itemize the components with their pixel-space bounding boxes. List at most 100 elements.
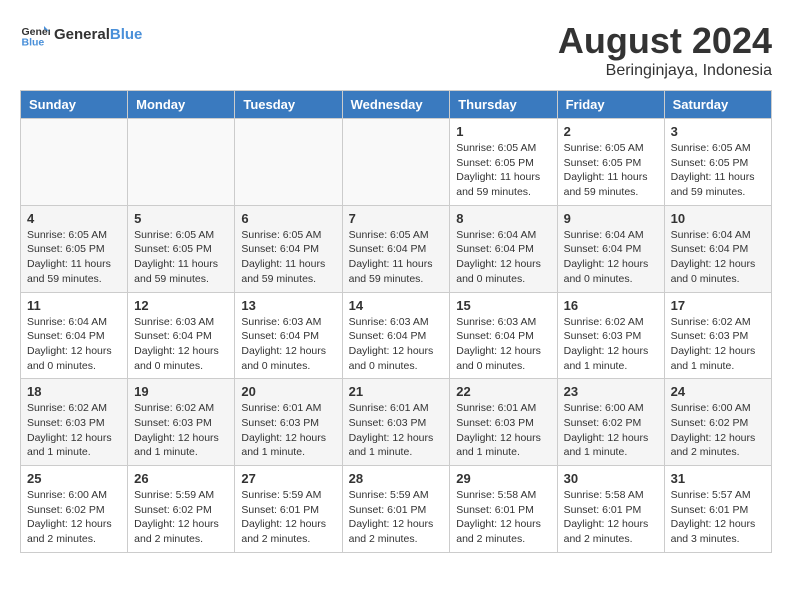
- day-number: 6: [241, 211, 335, 226]
- day-info: Sunrise: 5:58 AMSunset: 6:01 PMDaylight:…: [564, 488, 658, 547]
- calendar-cell: 5 Sunrise: 6:05 AMSunset: 6:05 PMDaylight…: [128, 205, 235, 292]
- day-number: 2: [564, 124, 658, 139]
- day-number: 11: [27, 298, 121, 313]
- subtitle: Beringinjaya, Indonesia: [558, 62, 772, 80]
- day-info: Sunrise: 6:03 AMSunset: 6:04 PMDaylight:…: [241, 315, 335, 374]
- calendar-cell: 27 Sunrise: 5:59 AMSunset: 6:01 PMDayligh…: [235, 466, 342, 553]
- logo-icon: General Blue: [20, 20, 50, 50]
- calendar-cell: [235, 119, 342, 206]
- calendar-cell: 10Sunrise: 6:04 AMSunset: 6:04 PMDayligh…: [664, 205, 771, 292]
- day-info: Sunrise: 6:04 AMSunset: 6:04 PMDaylight:…: [27, 315, 121, 374]
- calendar-cell: 8 Sunrise: 6:04 AMSunset: 6:04 PMDaylight…: [450, 205, 557, 292]
- calendar-cell: 7 Sunrise: 6:05 AMSunset: 6:04 PMDaylight…: [342, 205, 450, 292]
- calendar-cell: [342, 119, 450, 206]
- day-number: 23: [564, 384, 658, 399]
- weekday-header-wednesday: Wednesday: [342, 91, 450, 119]
- day-number: 1: [456, 124, 550, 139]
- day-info: Sunrise: 5:57 AMSunset: 6:01 PMDaylight:…: [671, 488, 765, 547]
- day-info: Sunrise: 6:05 AMSunset: 6:05 PMDaylight:…: [564, 141, 658, 200]
- calendar-cell: 22Sunrise: 6:01 AMSunset: 6:03 PMDayligh…: [450, 379, 557, 466]
- day-info: Sunrise: 6:01 AMSunset: 6:03 PMDaylight:…: [241, 401, 335, 460]
- calendar-cell: 12Sunrise: 6:03 AMSunset: 6:04 PMDayligh…: [128, 292, 235, 379]
- weekday-header-friday: Friday: [557, 91, 664, 119]
- calendar-cell: 29 Sunrise: 5:58 AMSunset: 6:01 PMDayligh…: [450, 466, 557, 553]
- day-number: 28: [349, 471, 444, 486]
- day-number: 29: [456, 471, 550, 486]
- calendar-cell: [128, 119, 235, 206]
- weekday-header-sunday: Sunday: [21, 91, 128, 119]
- day-info: Sunrise: 6:04 AMSunset: 6:04 PMDaylight:…: [456, 228, 550, 287]
- weekday-header-tuesday: Tuesday: [235, 91, 342, 119]
- day-number: 9: [564, 211, 658, 226]
- calendar-cell: 28 Sunrise: 5:59 AMSunset: 6:01 PMDayligh…: [342, 466, 450, 553]
- svg-text:Blue: Blue: [22, 37, 45, 49]
- day-info: Sunrise: 6:01 AMSunset: 6:03 PMDaylight:…: [456, 401, 550, 460]
- weekday-header-monday: Monday: [128, 91, 235, 119]
- calendar-week-row: 25 Sunrise: 6:00 AMSunset: 6:02 PMDayligh…: [21, 466, 772, 553]
- day-number: 16: [564, 298, 658, 313]
- calendar-cell: 1 Sunrise: 6:05 AMSunset: 6:05 PMDaylight…: [450, 119, 557, 206]
- day-info: Sunrise: 6:03 AMSunset: 6:04 PMDaylight:…: [349, 315, 444, 374]
- day-info: Sunrise: 6:04 AMSunset: 6:04 PMDaylight:…: [564, 228, 658, 287]
- day-info: Sunrise: 6:05 AMSunset: 6:05 PMDaylight:…: [456, 141, 550, 200]
- calendar-cell: [21, 119, 128, 206]
- calendar-cell: 2 Sunrise: 6:05 AMSunset: 6:05 PMDaylight…: [557, 119, 664, 206]
- calendar-cell: 13Sunrise: 6:03 AMSunset: 6:04 PMDayligh…: [235, 292, 342, 379]
- calendar-cell: 15 Sunrise: 6:03 AMSunset: 6:04 PMDayligh…: [450, 292, 557, 379]
- day-info: Sunrise: 6:01 AMSunset: 6:03 PMDaylight:…: [349, 401, 444, 460]
- day-number: 21: [349, 384, 444, 399]
- day-info: Sunrise: 6:00 AMSunset: 6:02 PMDaylight:…: [27, 488, 121, 547]
- day-info: Sunrise: 6:02 AMSunset: 6:03 PMDaylight:…: [671, 315, 765, 374]
- calendar-cell: 23Sunrise: 6:00 AMSunset: 6:02 PMDayligh…: [557, 379, 664, 466]
- calendar-week-row: 18Sunrise: 6:02 AMSunset: 6:03 PMDayligh…: [21, 379, 772, 466]
- day-number: 10: [671, 211, 765, 226]
- calendar-cell: 20 Sunrise: 6:01 AMSunset: 6:03 PMDayligh…: [235, 379, 342, 466]
- calendar-cell: 18Sunrise: 6:02 AMSunset: 6:03 PMDayligh…: [21, 379, 128, 466]
- day-number: 25: [27, 471, 121, 486]
- calendar-cell: 21 Sunrise: 6:01 AMSunset: 6:03 PMDayligh…: [342, 379, 450, 466]
- day-info: Sunrise: 6:02 AMSunset: 6:03 PMDaylight:…: [27, 401, 121, 460]
- day-number: 19: [134, 384, 228, 399]
- main-title: August 2024: [558, 20, 772, 62]
- day-info: Sunrise: 6:03 AMSunset: 6:04 PMDaylight:…: [456, 315, 550, 374]
- logo: General Blue GeneralBlue: [20, 20, 142, 50]
- calendar-cell: 30 Sunrise: 5:58 AMSunset: 6:01 PMDayligh…: [557, 466, 664, 553]
- day-number: 17: [671, 298, 765, 313]
- day-number: 5: [134, 211, 228, 226]
- calendar-cell: 19 Sunrise: 6:02 AMSunset: 6:03 PMDayligh…: [128, 379, 235, 466]
- day-number: 30: [564, 471, 658, 486]
- calendar-cell: 11 Sunrise: 6:04 AMSunset: 6:04 PMDayligh…: [21, 292, 128, 379]
- day-number: 20: [241, 384, 335, 399]
- weekday-header-thursday: Thursday: [450, 91, 557, 119]
- day-number: 24: [671, 384, 765, 399]
- day-number: 4: [27, 211, 121, 226]
- calendar-cell: 17 Sunrise: 6:02 AMSunset: 6:03 PMDayligh…: [664, 292, 771, 379]
- weekday-header-row: SundayMondayTuesdayWednesdayThursdayFrid…: [21, 91, 772, 119]
- day-info: Sunrise: 5:59 AMSunset: 6:01 PMDaylight:…: [349, 488, 444, 547]
- day-info: Sunrise: 6:05 AMSunset: 6:04 PMDaylight:…: [241, 228, 335, 287]
- day-number: 7: [349, 211, 444, 226]
- day-info: Sunrise: 6:02 AMSunset: 6:03 PMDaylight:…: [134, 401, 228, 460]
- day-info: Sunrise: 5:59 AMSunset: 6:01 PMDaylight:…: [241, 488, 335, 547]
- day-info: Sunrise: 6:00 AMSunset: 6:02 PMDaylight:…: [671, 401, 765, 460]
- day-number: 27: [241, 471, 335, 486]
- day-info: Sunrise: 6:02 AMSunset: 6:03 PMDaylight:…: [564, 315, 658, 374]
- calendar-cell: 26 Sunrise: 5:59 AMSunset: 6:02 PMDayligh…: [128, 466, 235, 553]
- day-info: Sunrise: 6:05 AMSunset: 6:05 PMDaylight:…: [134, 228, 228, 287]
- calendar-cell: 3Sunrise: 6:05 AMSunset: 6:05 PMDaylight…: [664, 119, 771, 206]
- calendar-cell: 16 Sunrise: 6:02 AMSunset: 6:03 PMDayligh…: [557, 292, 664, 379]
- day-info: Sunrise: 5:59 AMSunset: 6:02 PMDaylight:…: [134, 488, 228, 547]
- day-info: Sunrise: 5:58 AMSunset: 6:01 PMDaylight:…: [456, 488, 550, 547]
- calendar-week-row: 4 Sunrise: 6:05 AMSunset: 6:05 PMDaylight…: [21, 205, 772, 292]
- calendar-cell: 6 Sunrise: 6:05 AMSunset: 6:04 PMDaylight…: [235, 205, 342, 292]
- day-info: Sunrise: 6:05 AMSunset: 6:04 PMDaylight:…: [349, 228, 444, 287]
- day-number: 26: [134, 471, 228, 486]
- day-info: Sunrise: 6:05 AMSunset: 6:05 PMDaylight:…: [671, 141, 765, 200]
- day-number: 14: [349, 298, 444, 313]
- calendar-table: SundayMondayTuesdayWednesdayThursdayFrid…: [20, 90, 772, 553]
- day-number: 15: [456, 298, 550, 313]
- day-number: 31: [671, 471, 765, 486]
- day-number: 8: [456, 211, 550, 226]
- title-block: August 2024 Beringinjaya, Indonesia: [558, 20, 772, 80]
- day-number: 12: [134, 298, 228, 313]
